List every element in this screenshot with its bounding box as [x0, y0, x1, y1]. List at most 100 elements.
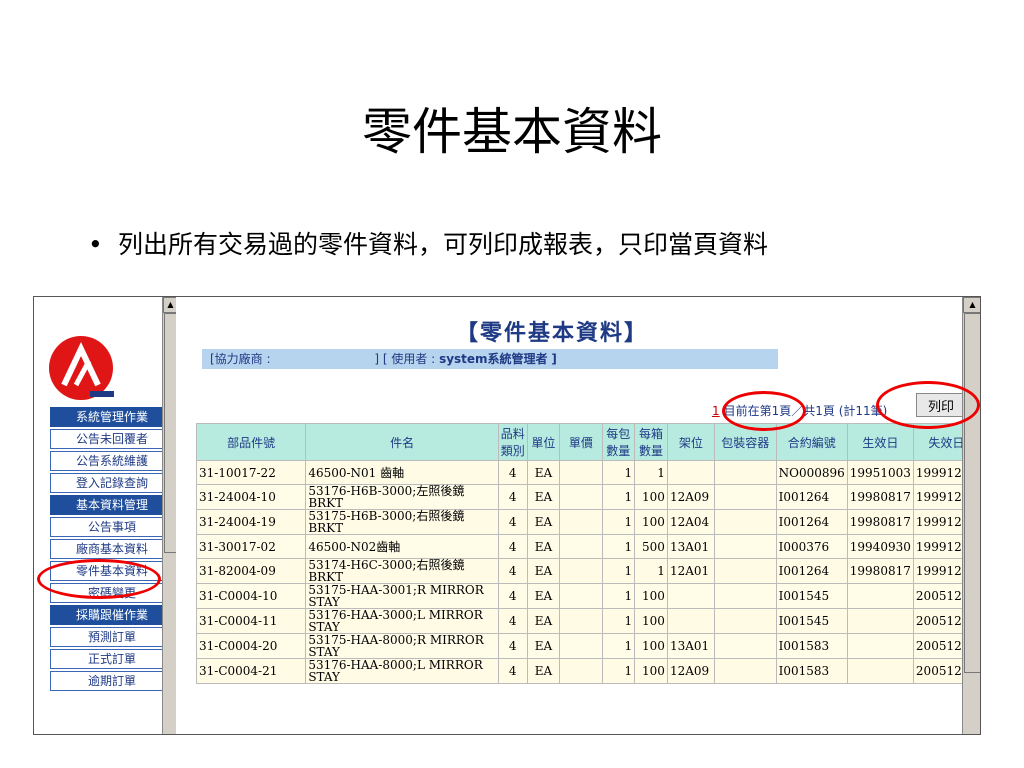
table-cell: I001545 [775, 608, 848, 634]
table-cell: 1 [601, 534, 636, 559]
table-cell [713, 658, 777, 684]
table-row: 31-C0004-20 53175-HAA-8000;R MIRROR STAY 4… [195, 633, 980, 659]
sidebar-item[interactable]: 正式訂單 [50, 649, 174, 669]
table-cell [666, 460, 715, 485]
table-cell [713, 534, 777, 559]
sidebar-item[interactable]: 預測訂單 [50, 627, 174, 647]
user-label: ] [ 使用者 : [374, 352, 436, 366]
table-cell: I001264 [775, 484, 848, 510]
sidebar-nav: 系統管理作業 公告未回覆者 公告系統維護 登入記錄查詢 基本資料管理 公告事項 廠商基本資料… [50, 407, 174, 693]
table-row: 31-82004-09 53174-H6C-3000;右照後鏡BRKT 4 EA 1 1 1… [195, 558, 980, 584]
table-cell: 31-24004-19 [195, 509, 307, 535]
table-cell: 100 [634, 509, 668, 535]
column-header: 每包數量 [601, 423, 636, 461]
table-cell: NO000896 [775, 460, 848, 485]
table-cell [713, 509, 777, 535]
table-cell: EA [526, 460, 561, 485]
sidebar-item[interactable]: 公告事項 [50, 517, 174, 537]
table-cell: 19980817 [846, 509, 914, 535]
table-cell: I000376 [775, 534, 848, 559]
table-cell: 31-C0004-21 [195, 658, 307, 684]
table-cell: 4 [497, 608, 528, 634]
table-cell: 31-10017-22 [195, 460, 307, 485]
column-header: 生效日 [846, 423, 914, 461]
table-cell [559, 460, 603, 485]
table-cell: 19940930 [846, 534, 914, 559]
sidebar-item[interactable]: 廠商基本資料 [50, 539, 174, 559]
table-cell: 1 [601, 583, 636, 609]
sidebar-item[interactable]: 公告未回覆者 [50, 429, 174, 449]
page-link[interactable]: 1 [712, 404, 720, 418]
table-cell [846, 633, 914, 659]
table-row: 31-30017-02 46500-N02齒軸 4 EA 1 500 13A01 I00037… [195, 534, 980, 559]
table-cell: 53175-HAA-3001;R MIRROR STAY [305, 583, 499, 609]
sidebar-item[interactable]: 逾期訂單 [50, 671, 174, 691]
table-cell [713, 608, 777, 634]
table-cell: 1 [601, 484, 636, 510]
table-cell: 31-C0004-11 [195, 608, 307, 634]
table-cell: 4 [497, 460, 528, 485]
left-scrollbar[interactable]: ▲ [162, 297, 178, 734]
table-cell: EA [526, 583, 561, 609]
table-cell: 53176-HAA-8000;L MIRROR STAY [305, 658, 499, 684]
table-cell: 31-82004-09 [195, 558, 307, 584]
page-heading: 【零件基本資料】 [456, 320, 649, 346]
column-header: 部品件號 [195, 423, 307, 461]
right-scrollbar[interactable]: ▲ [962, 297, 980, 734]
table-cell [559, 583, 603, 609]
table-cell: 31-C0004-10 [195, 583, 307, 609]
table-cell: I001583 [775, 658, 848, 684]
table-cell [666, 583, 715, 609]
sidebar-item[interactable]: 採購跟催作業 [50, 605, 174, 625]
table-row: 31-C0004-10 53175-HAA-3001;R MIRROR STAY 4… [195, 583, 980, 609]
table-cell: 46500-N01 齒軸 [305, 460, 499, 485]
table-cell: 53176-H6B-3000;左照後鏡BRKT [305, 484, 499, 510]
table-cell: 4 [497, 558, 528, 584]
parts-table: 部品件號 件名 品料類別 單位 單價 每包數量 每箱數量 架位 包裝容器 合約編號 生效日 失效日 3… [195, 423, 980, 684]
table-cell: 4 [497, 534, 528, 559]
table-cell: EA [526, 509, 561, 535]
sidebar-item[interactable]: 基本資料管理 [50, 495, 174, 515]
table-row: 31-C0004-21 53176-HAA-8000;L MIRROR STAY 4… [195, 658, 980, 684]
table-cell: EA [526, 633, 561, 659]
table-cell: 12A04 [666, 509, 715, 535]
table-cell: 13A01 [666, 534, 715, 559]
sidebar-item[interactable]: 登入記錄查詢 [50, 473, 174, 493]
table-cell: 100 [634, 484, 668, 510]
table-body: 31-10017-22 46500-N01 齒軸 4 EA 1 1 NO000896 1995… [195, 460, 980, 684]
table-cell [846, 608, 914, 634]
sidebar-item[interactable]: 公告系統維護 [50, 451, 174, 471]
table-cell [559, 509, 603, 535]
slide-title: 零件基本資料 [362, 103, 662, 161]
user-value: system系統管理者 [439, 352, 548, 366]
table-cell [713, 633, 777, 659]
table-cell: 13A01 [666, 633, 715, 659]
table-cell: 1 [601, 633, 636, 659]
table-cell: 100 [634, 633, 668, 659]
table-cell: I001545 [775, 583, 848, 609]
table-cell: EA [526, 658, 561, 684]
left-frame: 系統管理作業 公告未回覆者 公告系統維護 登入記錄查詢 基本資料管理 公告事項 廠商基本資料… [34, 297, 178, 734]
table-cell: 100 [634, 608, 668, 634]
table-row: 31-C0004-11 53176-HAA-3000;L MIRROR STAY 4… [195, 608, 980, 634]
scrollbar-thumb[interactable] [964, 313, 980, 673]
table-cell: 4 [497, 509, 528, 535]
user-info-bar: [協力廠商 : ] [ 使用者 : system系統管理者 ] [202, 349, 778, 369]
table-cell: 4 [497, 658, 528, 684]
table-row: 31-24004-19 53175-H6B-3000;右照後鏡BRKT 4 EA 1 10… [195, 509, 980, 535]
sidebar-item[interactable]: 系統管理作業 [50, 407, 174, 427]
table-cell: 12A01 [666, 558, 715, 584]
table-cell: EA [526, 608, 561, 634]
table-row: 31-10017-22 46500-N01 齒軸 4 EA 1 1 NO000896 1995… [195, 460, 980, 485]
table-cell: I001264 [775, 558, 848, 584]
table-cell [559, 558, 603, 584]
table-cell: 12A09 [666, 658, 715, 684]
scroll-up-icon[interactable]: ▲ [963, 297, 980, 313]
table-cell: I001583 [775, 633, 848, 659]
table-cell: 31-C0004-20 [195, 633, 307, 659]
table-cell [559, 484, 603, 510]
table-cell: 100 [634, 658, 668, 684]
table-cell: 19951003 [846, 460, 914, 485]
table-cell [713, 460, 777, 485]
main-frame: 【零件基本資料】 [協力廠商 : ] [ 使用者 : system系統管理者 ]… [176, 297, 980, 734]
